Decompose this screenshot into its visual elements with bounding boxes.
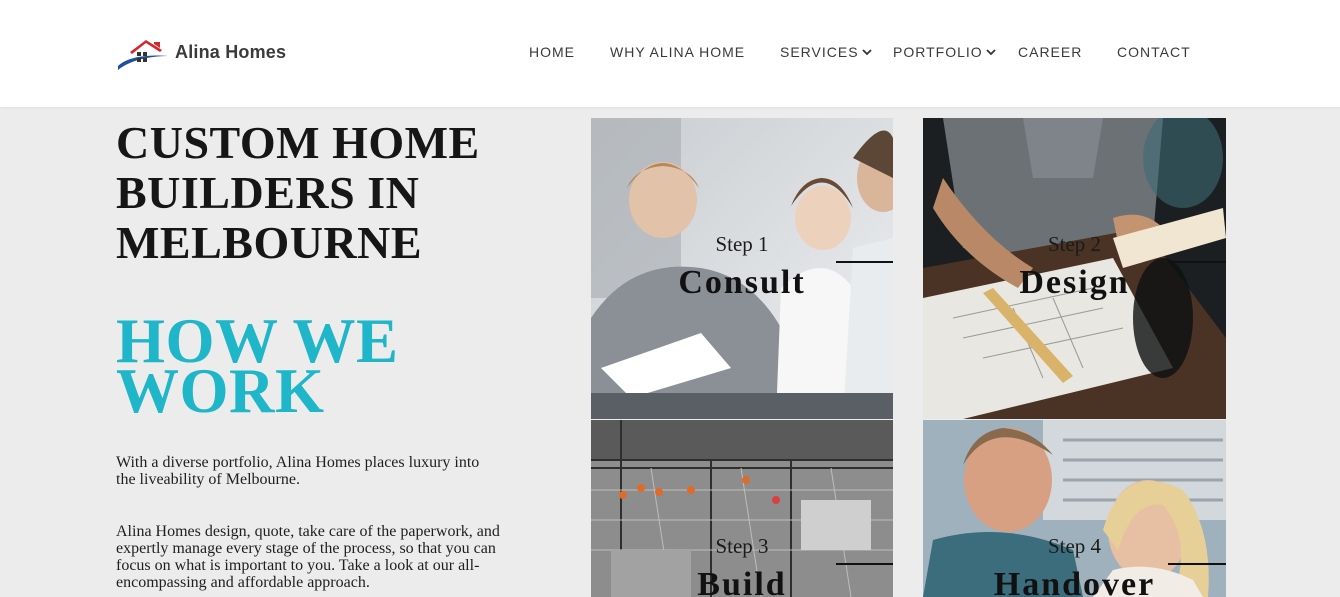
step-3-tile[interactable]: Step 3 Build (591, 420, 893, 597)
brand-name: Alina Homes (175, 42, 287, 62)
step-1-name: Consult (678, 264, 806, 301)
step-2-tile[interactable]: Step 2 Design (923, 118, 1226, 419)
nav-services[interactable]: SERVICES (780, 44, 859, 60)
nav-contact[interactable]: CONTACT (1117, 44, 1191, 60)
step-3-name: Build (697, 566, 787, 597)
step-divider (836, 261, 893, 263)
step-divider (836, 563, 893, 565)
intro-paragraph: With a diverse portfolio, Alina Homes pl… (116, 454, 480, 488)
site-header: Alina Homes HOME WHY ALINA HOME SERVICES… (0, 0, 1340, 107)
process-paragraph: Alina Homes design, quote, take care of … (116, 523, 500, 591)
chevron-down-icon[interactable] (986, 48, 996, 56)
page-title: CUSTOM HOME BUILDERS IN MELBOURNE (116, 117, 480, 268)
house-logo-icon (118, 40, 168, 70)
chevron-down-icon[interactable] (862, 48, 872, 56)
step-1-label: Step 1 (715, 232, 769, 256)
step-4-tile[interactable]: Step 4 Handover (923, 420, 1226, 597)
step-4-label: Step 4 (1047, 534, 1102, 558)
section-heading: HOW WE WORK (116, 306, 399, 426)
step-2-label: Step 2 (1047, 232, 1102, 256)
step-4-name: Handover (993, 566, 1156, 597)
brand-logo[interactable]: Alina Homes (116, 36, 296, 72)
nav-home[interactable]: HOME (529, 44, 575, 60)
step-1-tile[interactable]: Step 1 Consult (591, 118, 893, 419)
step-divider (1168, 563, 1226, 565)
nav-why-alina-home[interactable]: WHY ALINA HOME (610, 44, 745, 60)
nav-career[interactable]: CAREER (1018, 44, 1082, 60)
step-3-label: Step 3 (715, 534, 769, 558)
step-divider (1168, 261, 1226, 263)
step-2-name: Design (1019, 264, 1130, 301)
nav-portfolio[interactable]: PORTFOLIO (893, 44, 983, 60)
